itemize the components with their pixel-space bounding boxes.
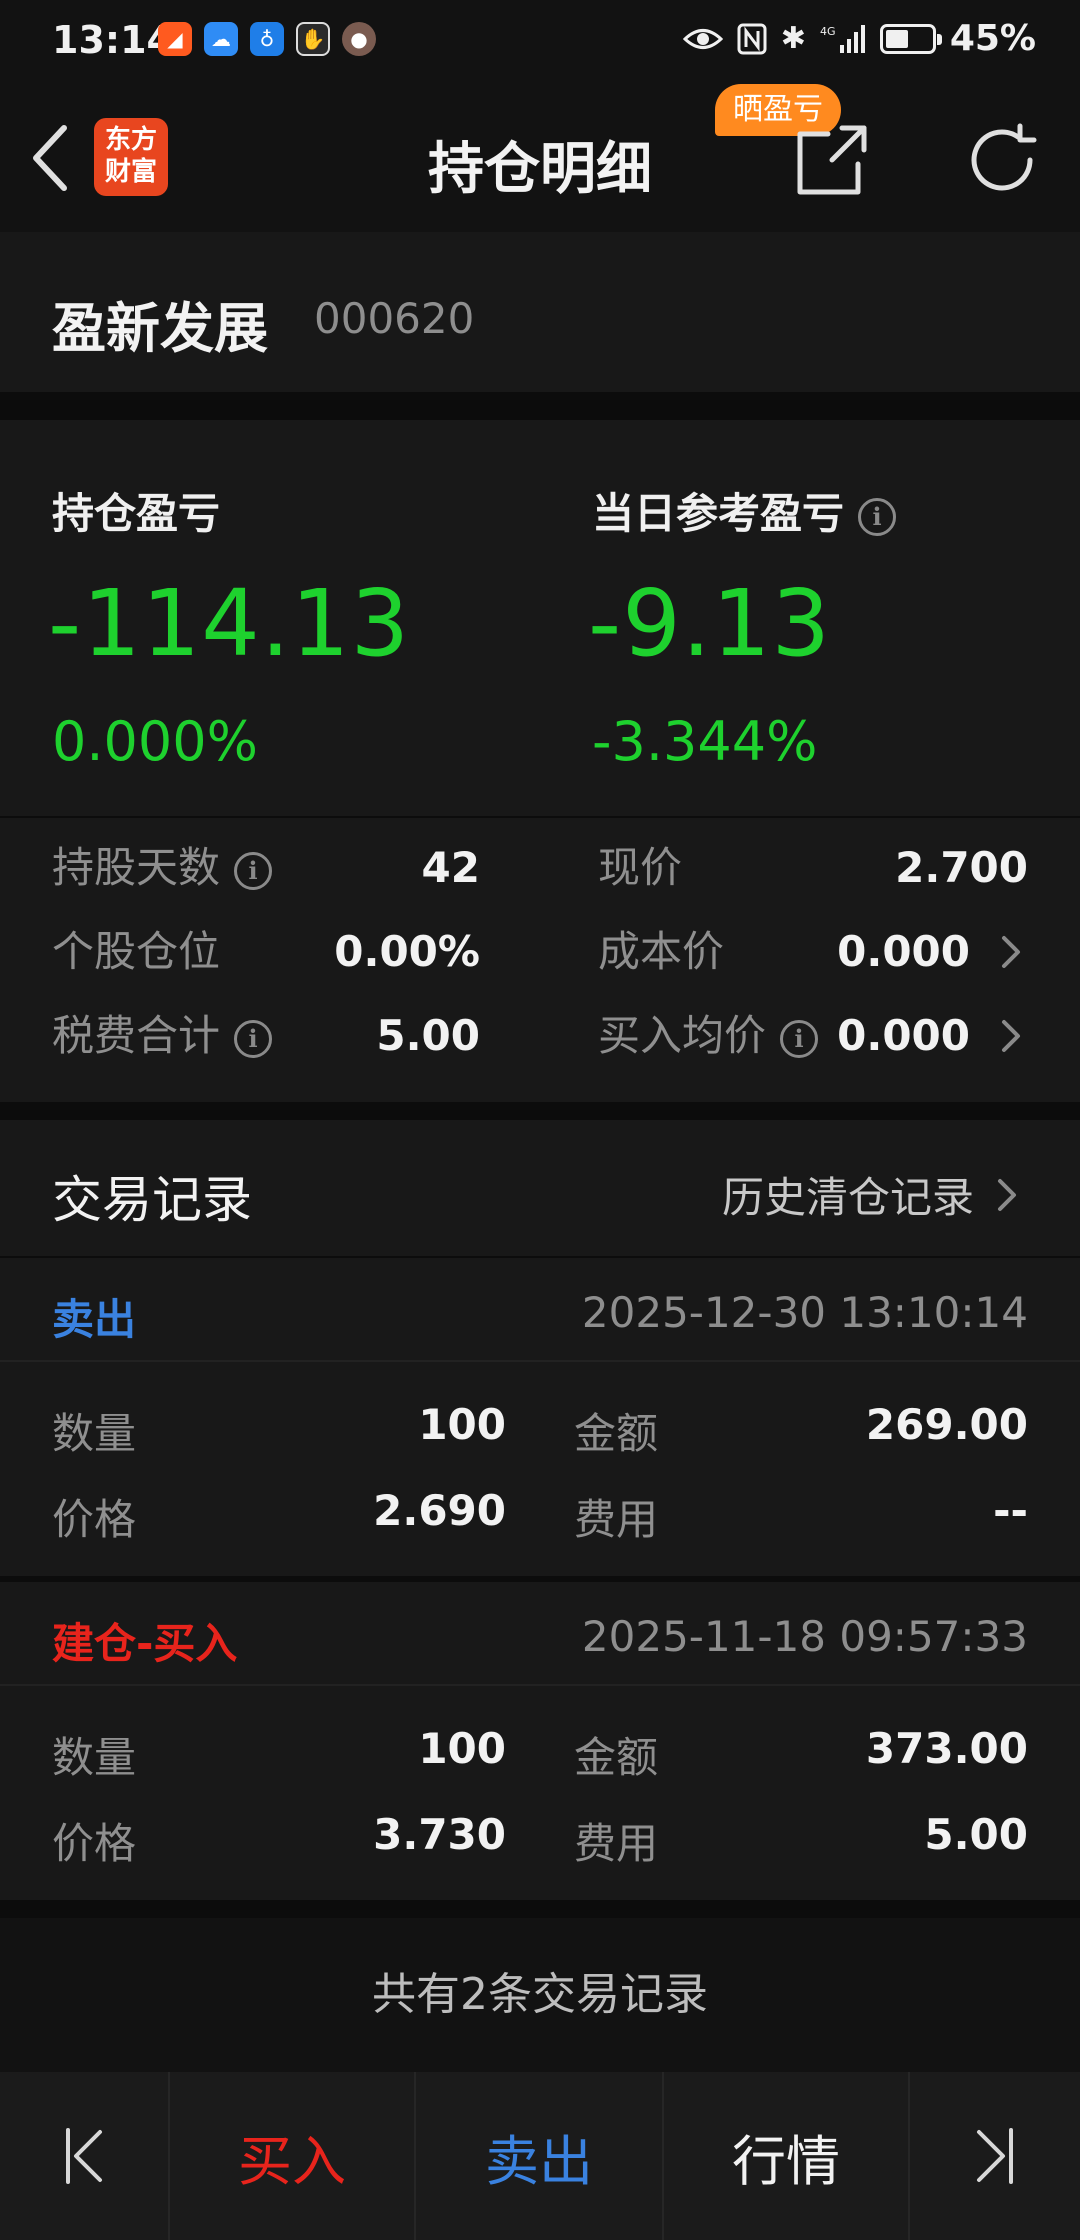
info-icon[interactable]: i: [234, 851, 273, 890]
position-ratio-label: 个股仓位: [52, 927, 221, 976]
daily-pl-label: 当日参考盈亏: [592, 489, 845, 538]
share-icon: [797, 125, 867, 195]
previous-stock-button[interactable]: [0, 2072, 170, 2240]
quantity-label: 数量: [52, 1409, 137, 1458]
current-price-label: 现价: [598, 843, 683, 892]
cost-price-value[interactable]: 0.000: [837, 910, 970, 994]
amount-label: 金额: [574, 1733, 659, 1782]
price-label: 价格: [52, 1819, 137, 1868]
cost-price-label[interactable]: 成本价: [598, 910, 724, 994]
chevron-right-icon[interactable]: [994, 1177, 1020, 1213]
next-stock-button[interactable]: [910, 2072, 1080, 2240]
trade-type: 建仓-买入: [52, 1619, 238, 1668]
hold-days-value: 42: [421, 843, 480, 892]
detail-row: 个股仓位 0.00% 成本价 0.000: [0, 910, 1080, 994]
status-time: 13:14: [52, 18, 173, 62]
stock-code: 000620: [314, 294, 475, 343]
system-status: ✱ 4G 45%: [682, 18, 1036, 59]
stock-name: 盈新发展: [52, 297, 268, 360]
tax-fee-label-group: 税费合计 i: [52, 994, 273, 1078]
skip-next-icon: [977, 2128, 1013, 2184]
tax-fee-label: 税费合计: [52, 1011, 221, 1060]
profit-loss-summary: 持仓盈亏 -114.13 0.000% 当日参考盈亏 i -9.13 -3.344…: [0, 420, 1080, 816]
total-records-text: 共有2条交易记录: [0, 1918, 1080, 2072]
quantity-value: 100: [418, 1724, 506, 1773]
info-icon[interactable]: i: [780, 1019, 819, 1058]
chevron-right-icon[interactable]: [998, 1018, 1024, 1054]
history-clearance-link[interactable]: 历史清仓记录: [722, 1164, 1020, 1225]
hold-days-label: 持股天数: [52, 843, 221, 892]
eye-icon: [682, 28, 723, 49]
battery-percent: 45%: [949, 18, 1036, 59]
fee-label: 费用: [574, 1819, 659, 1868]
svg-text:4G: 4G: [820, 25, 836, 38]
avg-buy-price-label-group[interactable]: 买入均价 i: [598, 994, 819, 1078]
price-value: 3.730: [373, 1810, 506, 1859]
trade-record[interactable]: 卖出 2025-12-30 13:10:14 数量 100 金额 269.00 …: [0, 1258, 1080, 1576]
share-button[interactable]: [792, 120, 872, 200]
battery-icon: [879, 23, 942, 54]
trade-time: 2025-12-30 13:10:14: [581, 1288, 1028, 1337]
quantity-value: 100: [418, 1400, 506, 1449]
refresh-icon: [971, 123, 1037, 191]
daily-pl-percent: -3.344%: [592, 710, 818, 773]
position-details: 持股天数 i 42 现价 2.700 个股仓位 0.00% 成本价 0.000 税…: [0, 818, 1080, 1102]
status-bar: 13:14 ◢ ☁ ♁ ✋ ● ✱ 4G 45%: [0, 0, 1080, 84]
nfc-icon: [737, 23, 767, 54]
fee-value: --: [993, 1486, 1028, 1535]
trade-records-header: 交易记录 历史清仓记录: [0, 1120, 1080, 1256]
trade-record[interactable]: 建仓-买入 2025-11-18 09:57:33 数量 100 金额 373.…: [0, 1582, 1080, 1900]
bottom-action-bar: 买入 卖出 行情: [0, 2072, 1080, 2240]
app-notification-icon: ◢: [158, 22, 192, 56]
position-pl-value: -114.13: [48, 570, 411, 677]
amount-value: 269.00: [865, 1400, 1028, 1449]
sell-button[interactable]: 卖出: [416, 2072, 664, 2240]
avg-buy-price-value[interactable]: 0.000: [837, 994, 970, 1078]
detail-row: 税费合计 i 5.00 买入均价 i 0.000: [0, 994, 1080, 1078]
battery-level: [885, 29, 909, 48]
trade-records-title: 交易记录: [52, 1171, 252, 1229]
trade-type: 卖出: [52, 1295, 137, 1344]
fee-label: 费用: [574, 1495, 659, 1544]
daily-pl-header: 当日参考盈亏 i: [592, 480, 897, 541]
trade-record-header: 建仓-买入 2025-11-18 09:57:33: [0, 1582, 1080, 1686]
amount-label: 金额: [574, 1409, 659, 1458]
page-title: 持仓明细: [428, 137, 652, 202]
notification-icons: ◢ ☁ ♁ ✋ ●: [158, 22, 376, 56]
hold-days-label-group: 持股天数 i: [52, 826, 273, 910]
app-header: 东方 财富 持仓明细 晒盈亏: [0, 84, 1080, 232]
cloud-icon: ☁: [204, 22, 238, 56]
stock-header: 盈新发展 000620: [0, 232, 1080, 392]
avg-buy-price-label: 买入均价: [598, 1011, 767, 1060]
quantity-label: 数量: [52, 1733, 137, 1782]
detail-row: 持股天数 i 42 现价 2.700: [0, 826, 1080, 910]
current-price-value: 2.700: [895, 843, 1028, 892]
price-label: 价格: [52, 1495, 137, 1544]
trade-record-header: 卖出 2025-12-30 13:10:14: [0, 1258, 1080, 1362]
signal-icon: 4G: [820, 24, 865, 53]
price-value: 2.690: [373, 1486, 506, 1535]
lightbulb-icon: ♁: [250, 22, 284, 56]
skip-previous-icon: [66, 2128, 102, 2184]
position-pl-label: 持仓盈亏: [52, 489, 221, 538]
trade-time: 2025-11-18 09:57:33: [581, 1612, 1028, 1661]
daily-pl-value: -9.13: [588, 570, 832, 677]
quote-button[interactable]: 行情: [664, 2072, 910, 2240]
chevron-right-icon[interactable]: [998, 934, 1024, 970]
history-link-label[interactable]: 历史清仓记录: [722, 1164, 974, 1225]
bluetooth-icon: ✱: [780, 21, 806, 56]
avatar-icon: ●: [342, 22, 376, 56]
hand-icon: ✋: [296, 22, 330, 56]
info-icon[interactable]: i: [858, 497, 897, 536]
tax-fee-value: 5.00: [376, 1011, 480, 1060]
amount-value: 373.00: [865, 1724, 1028, 1773]
position-ratio-value: 0.00%: [334, 927, 480, 976]
fee-value: 5.00: [924, 1810, 1028, 1859]
buy-button[interactable]: 买入: [170, 2072, 416, 2240]
refresh-button[interactable]: [962, 120, 1042, 200]
position-pl-percent: 0.000%: [52, 710, 258, 773]
info-icon[interactable]: i: [234, 1019, 273, 1058]
